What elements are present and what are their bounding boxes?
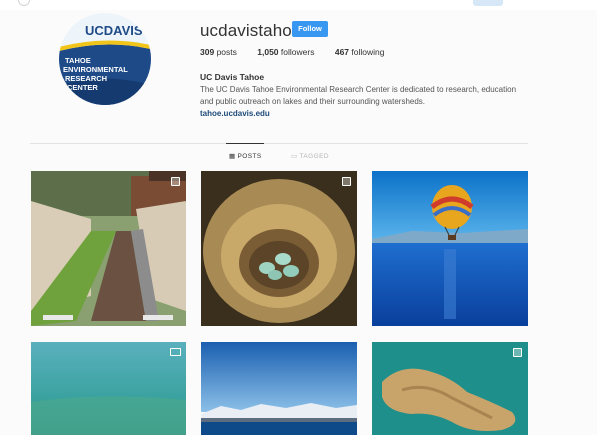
logo-line-3: RESEARCH [65, 74, 107, 83]
stat-following[interactable]: 467 following [335, 47, 385, 57]
mountains-lake-image [201, 342, 357, 435]
bird-nest-image [201, 171, 357, 326]
post-bird-nest-eggs[interactable] [201, 171, 357, 326]
posts-label: posts [216, 47, 237, 57]
tag-icon: ▭ [291, 153, 298, 160]
logo-line-2: ENVIRONMENTAL [63, 65, 128, 74]
stat-followers[interactable]: 1,050 followers [257, 47, 314, 57]
balloon-lake-image [372, 171, 528, 326]
logo-line-4: CENTER [67, 83, 98, 92]
garden-beds-image [31, 171, 186, 326]
tab-tagged[interactable]: ▭ TAGGED [291, 152, 329, 160]
logo-top-text: UCDAVIS [85, 23, 143, 38]
multi-photo-icon [342, 177, 351, 186]
post-aerial-algae[interactable] [372, 342, 528, 435]
logo-line-1: TAHOE [65, 56, 91, 65]
post-underwater-green[interactable] [31, 342, 186, 435]
aerial-algae-image [372, 342, 528, 435]
profile-full-name: UC Davis Tahoe [200, 72, 265, 82]
avatar[interactable]: UCDAVIS TAHOE ENVIRONMENTAL RESEARCH CEN… [59, 13, 151, 105]
stat-posts: 309 posts [200, 47, 237, 57]
instagram-profile-page: UCDAVIS TAHOE ENVIRONMENTAL RESEARCH CEN… [0, 0, 597, 435]
top-nav-bar [0, 0, 597, 10]
nav-button[interactable] [473, 0, 503, 6]
profile-username: ucdavistahoe [200, 21, 302, 40]
posts-count: 309 [200, 47, 215, 57]
tabs-divider [30, 143, 528, 144]
underwater-image [31, 342, 186, 435]
video-icon [170, 348, 181, 356]
post-garden-beds[interactable] [31, 171, 186, 326]
bio-line-1: The UC Davis Tahoe Environmental Researc… [200, 85, 517, 94]
multi-photo-icon [513, 348, 522, 357]
post-hot-air-balloon-lake[interactable] [372, 171, 528, 326]
post-snowy-mountains-lake[interactable] [201, 342, 357, 435]
following-count: 467 [334, 47, 350, 57]
profile-stats: 309 posts 1,050 followers 467 following [200, 47, 402, 57]
tab-posts[interactable]: ▦ POSTS [229, 152, 262, 160]
grid-icon: ▦ [229, 153, 236, 160]
circle-icon[interactable] [18, 0, 30, 6]
followers-label: followers [280, 47, 315, 57]
tab-posts-label: POSTS [237, 153, 262, 160]
profile-bio: The UC Davis Tahoe Environmental Researc… [200, 84, 540, 108]
active-tab-indicator [226, 143, 264, 144]
multi-photo-icon [171, 177, 180, 186]
followers-count: 1,050 [257, 47, 279, 57]
profile-website-link[interactable]: tahoe.ucdavis.edu [200, 109, 270, 118]
following-label: following [351, 47, 385, 57]
bio-line-2: and public outreach on lakes and their s… [200, 97, 426, 106]
tab-tagged-label: TAGGED [299, 153, 329, 160]
follow-button[interactable]: Follow [292, 21, 328, 37]
uc-davis-tahoe-logo: UCDAVIS TAHOE ENVIRONMENTAL RESEARCH CEN… [59, 13, 151, 105]
